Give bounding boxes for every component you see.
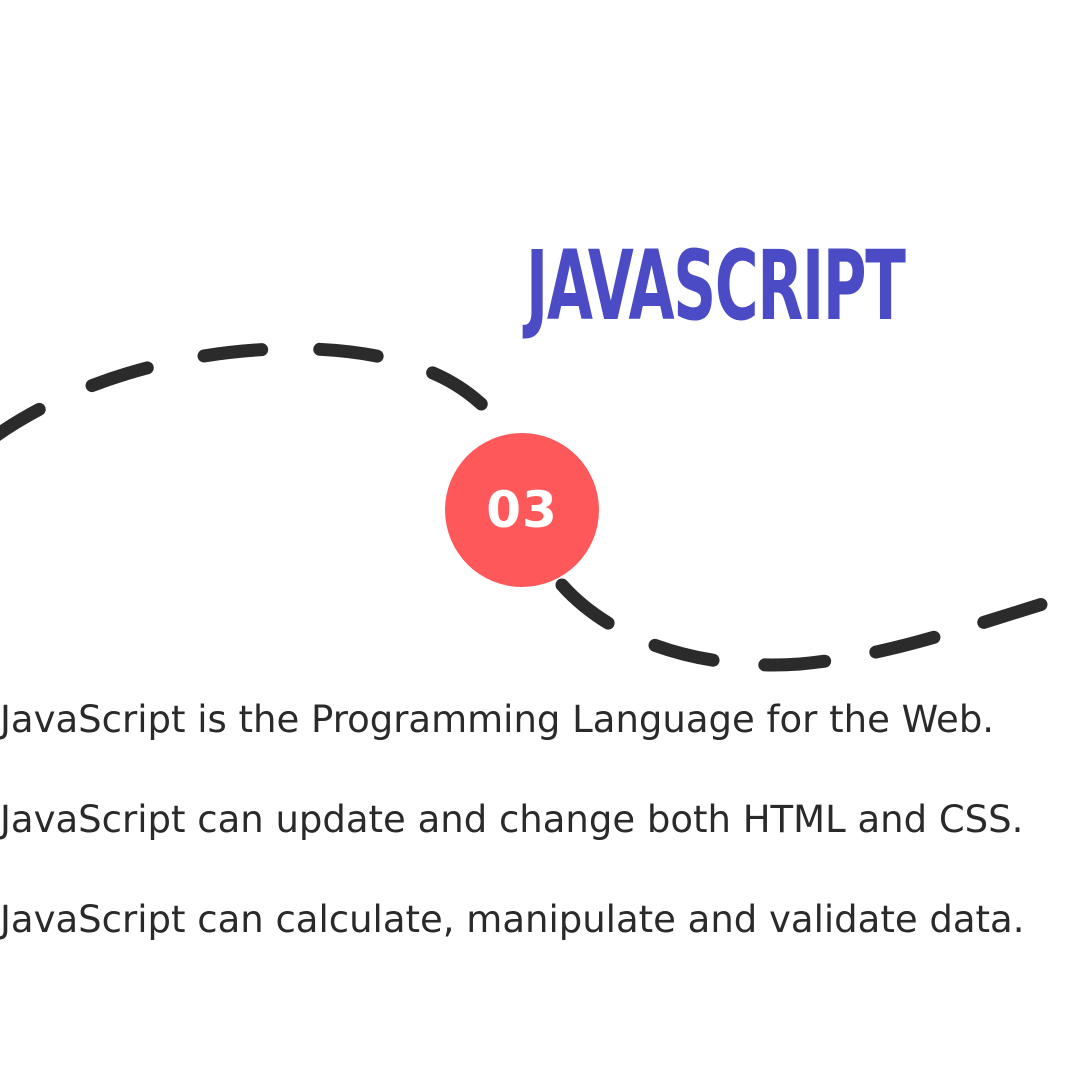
page-title: JAVASCRIPT (526, 230, 906, 342)
description-line-2: JavaScript can update and change both HT… (0, 798, 1024, 841)
dashed-wave-left-arc (0, 342, 517, 447)
description-line-1: JavaScript is the Programming Language f… (0, 698, 995, 741)
step-number-label: 03 (486, 481, 558, 539)
step-number-badge: 03 (445, 433, 599, 587)
dashed-wave-right-arc (555, 578, 1080, 672)
slide: JAVASCRIPT 03 JavaScript is the Programm… (0, 0, 1080, 1080)
description-line-3: JavaScript can calculate, manipulate and… (0, 898, 1025, 941)
